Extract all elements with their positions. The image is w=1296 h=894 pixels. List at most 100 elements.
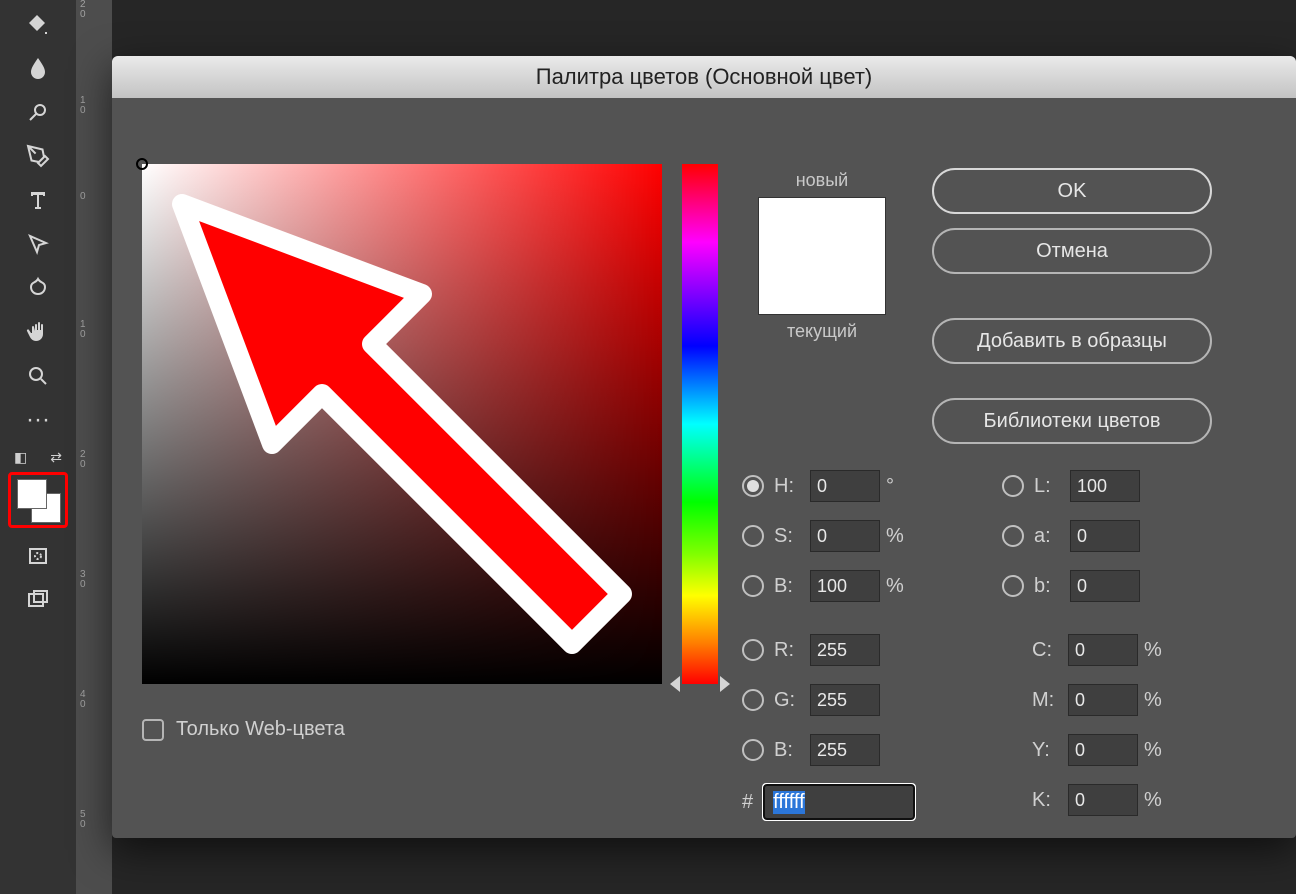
cancel-button[interactable]: Отмена	[932, 228, 1212, 274]
hex-input[interactable]	[763, 784, 915, 820]
hue-slider-handle[interactable]	[720, 676, 730, 692]
cyan-row: C: %	[1032, 634, 1174, 666]
blue-radio[interactable]	[742, 739, 764, 761]
add-to-swatches-button[interactable]: Добавить в образцы	[932, 318, 1212, 364]
hue-input[interactable]	[810, 470, 880, 502]
quick-mask-tool[interactable]	[14, 534, 62, 578]
swap-colors-icon[interactable]: ⇄	[50, 449, 62, 466]
brightness-radio[interactable]	[742, 575, 764, 597]
blur-tool[interactable]	[14, 46, 62, 90]
color-field-cursor	[136, 158, 148, 170]
foreground-color-swatch[interactable]	[17, 479, 47, 509]
lab-b-input[interactable]	[1070, 570, 1140, 602]
black-input[interactable]	[1068, 784, 1138, 816]
ruler-tick: 0	[80, 330, 108, 340]
ruler-tick: 0	[80, 700, 108, 710]
web-colors-only-checkbox[interactable]: Только Web-цвета	[142, 718, 345, 741]
ruler-tick: 0	[80, 106, 108, 116]
lab-l-label: L:	[1034, 475, 1070, 498]
lab-b-radio[interactable]	[1002, 575, 1024, 597]
brightness-label: B:	[774, 575, 810, 598]
custom-shape-tool[interactable]	[14, 266, 62, 310]
magenta-row: M: %	[1032, 684, 1174, 716]
checkbox-icon[interactable]	[142, 719, 164, 741]
current-color-label: текущий	[742, 321, 902, 342]
dialog-title: Палитра цветов (Основной цвет)	[536, 64, 873, 90]
yellow-input[interactable]	[1068, 734, 1138, 766]
new-color-label: новый	[742, 170, 902, 191]
default-colors-icon[interactable]: ◧	[14, 449, 27, 466]
red-input[interactable]	[810, 634, 880, 666]
magenta-label: M:	[1032, 689, 1068, 712]
vertical-ruler[interactable]: 2 0 1 0 0 1 0 2 0 3 0 4 0 5 0	[76, 0, 112, 894]
ok-button[interactable]: OK	[932, 168, 1212, 214]
green-label: G:	[774, 689, 810, 712]
green-radio[interactable]	[742, 689, 764, 711]
cyan-input[interactable]	[1068, 634, 1138, 666]
type-tool[interactable]	[14, 178, 62, 222]
brightness-input[interactable]	[810, 570, 880, 602]
ruler-tick: 0	[80, 820, 108, 830]
new-color-swatch[interactable]	[758, 197, 886, 315]
hue-row: H: °	[742, 470, 916, 502]
magenta-input[interactable]	[1068, 684, 1138, 716]
hex-row: #	[742, 784, 915, 820]
hand-tool[interactable]	[14, 310, 62, 354]
saturation-radio[interactable]	[742, 525, 764, 547]
hue-label: H:	[774, 475, 810, 498]
ruler-tick: 0	[80, 10, 108, 20]
toolbar: ··· ◧ ⇄	[0, 0, 76, 894]
ruler-tick: 0	[80, 580, 108, 590]
yellow-suffix: %	[1144, 739, 1174, 762]
color-picker-dialog: Палитра цветов (Основной цвет) новый тек…	[112, 56, 1296, 838]
color-libraries-button[interactable]: Библиотеки цветов	[932, 398, 1212, 444]
color-field[interactable]	[142, 164, 662, 684]
hex-prefix: #	[742, 791, 753, 814]
brightness-row: B: %	[742, 570, 916, 602]
red-row: R:	[742, 634, 880, 666]
red-radio[interactable]	[742, 639, 764, 661]
blue-row: B:	[742, 734, 880, 766]
red-label: R:	[774, 639, 810, 662]
hue-radio[interactable]	[742, 475, 764, 497]
saturation-suffix: %	[886, 525, 916, 548]
edit-toolbar-button[interactable]: ···	[14, 398, 62, 442]
saturation-input[interactable]	[810, 520, 880, 552]
hue-slider-handle[interactable]	[670, 676, 680, 692]
web-colors-only-label: Только Web-цвета	[176, 718, 345, 741]
screen-mode-tool[interactable]	[14, 578, 62, 622]
lab-a-input[interactable]	[1070, 520, 1140, 552]
yellow-row: Y: %	[1032, 734, 1174, 766]
green-input[interactable]	[810, 684, 880, 716]
lab-l-row: L:	[1002, 470, 1140, 502]
zoom-tool[interactable]	[14, 354, 62, 398]
black-suffix: %	[1144, 789, 1174, 812]
hue-slider[interactable]	[682, 164, 718, 684]
lab-l-input[interactable]	[1070, 470, 1140, 502]
dodge-tool[interactable]	[14, 90, 62, 134]
lab-b-label: b:	[1034, 575, 1070, 598]
dialog-titlebar[interactable]: Палитра цветов (Основной цвет)	[112, 56, 1296, 98]
yellow-label: Y:	[1032, 739, 1068, 762]
foreground-background-color[interactable]	[8, 472, 68, 528]
brightness-suffix: %	[886, 575, 916, 598]
path-selection-tool[interactable]	[14, 222, 62, 266]
lab-l-radio[interactable]	[1002, 475, 1024, 497]
lab-b-row: b:	[1002, 570, 1140, 602]
lab-a-radio[interactable]	[1002, 525, 1024, 547]
saturation-row: S: %	[742, 520, 916, 552]
ruler-tick: 0	[80, 192, 108, 202]
paint-bucket-tool[interactable]	[14, 2, 62, 46]
cyan-suffix: %	[1144, 639, 1174, 662]
blue-input[interactable]	[810, 734, 880, 766]
pen-tool[interactable]	[14, 134, 62, 178]
black-label: K:	[1032, 789, 1068, 812]
blue-label: B:	[774, 739, 810, 762]
cyan-label: C:	[1032, 639, 1068, 662]
magenta-suffix: %	[1144, 689, 1174, 712]
default-swap-colors[interactable]: ◧ ⇄	[14, 446, 62, 468]
color-preview: новый текущий	[742, 170, 902, 342]
saturation-label: S:	[774, 525, 810, 548]
lab-a-label: a:	[1034, 525, 1070, 548]
black-row: K: %	[1032, 784, 1174, 816]
